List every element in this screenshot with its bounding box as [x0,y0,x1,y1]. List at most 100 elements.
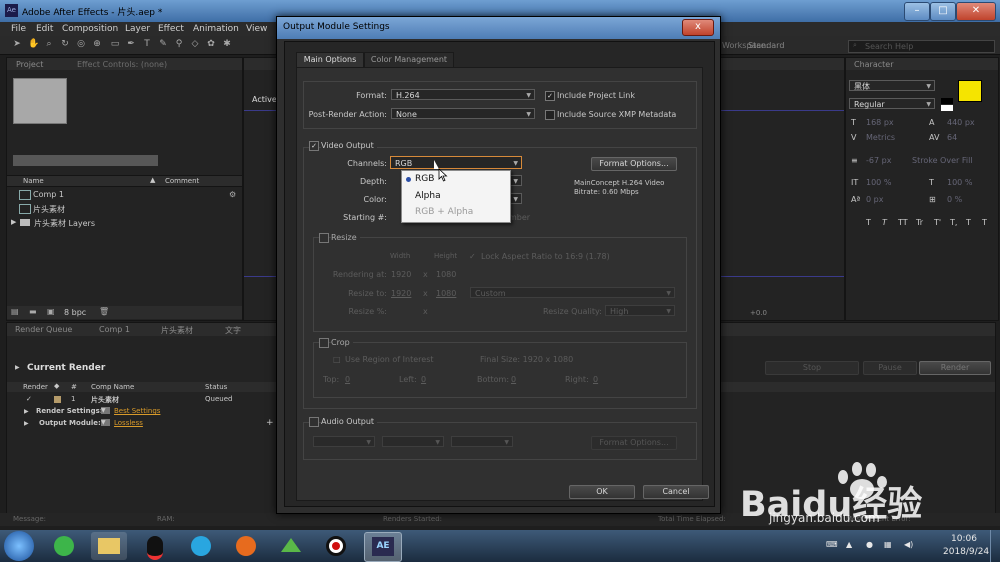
crop-checkbox[interactable] [319,338,329,348]
tab-pianto[interactable]: 片头素材 [161,325,193,336]
explorer-folder-icon[interactable] [91,532,127,560]
menu-edit[interactable]: Edit [36,24,53,34]
audio-channels-select[interactable]: ▼ [382,436,444,447]
channel-option-alpha[interactable]: Alpha [415,191,441,201]
style-button[interactable]: T [982,218,987,227]
stop-button[interactable]: Stop [765,361,859,375]
show-hidden-icons-icon[interactable]: ▲ [846,540,852,549]
channels-select[interactable]: RGB ▼ [390,156,522,169]
selection-tool-icon[interactable]: ➤ [12,39,22,49]
output-module-link[interactable]: Lossless [114,419,143,427]
resize-to-height[interactable]: 1080 [436,289,456,298]
faux-bold-button[interactable]: T [866,218,871,227]
kerning-value[interactable]: Metrics [866,133,895,142]
tab-wenzi[interactable]: 文字 [225,325,241,336]
white-swatch[interactable] [941,105,953,111]
pan-behind-tool-icon[interactable]: ⊕ [92,39,102,49]
tab-effect-controls[interactable]: Effect Controls: (none) [77,60,167,69]
hand-tool-icon[interactable]: ✋ [28,39,39,49]
col-comp-name[interactable]: Comp Name [91,383,134,391]
after-effects-taskbar-button[interactable]: AE [364,532,402,562]
new-folder-icon[interactable]: ▬ [29,307,37,316]
exposure-value[interactable]: +0.0 [750,309,767,317]
tracking-value[interactable]: 64 [947,133,957,142]
minimize-button[interactable]: – [904,2,930,21]
keyboard-tray-icon[interactable]: ⌨ [826,540,838,549]
camera-tool-icon[interactable]: ◎ [76,39,86,49]
font-style-select[interactable]: Regular ▼ [849,98,935,109]
small-caps-button[interactable]: Tr [916,218,923,227]
clone-tool-icon[interactable]: ⚲ [174,39,184,49]
font-size-value[interactable]: 168 px [866,118,894,127]
faux-italic-button[interactable]: T [882,218,887,227]
tab-main-options[interactable]: Main Options [296,52,364,68]
channel-option-rgb-alpha[interactable]: RGB + Alpha [415,207,473,217]
project-search-input[interactable] [13,155,158,166]
puppet-tool-icon[interactable]: ✱ [222,39,232,49]
pen-tool-icon[interactable]: ✒ [126,39,136,49]
vertical-scale-value[interactable]: 100 % [866,178,891,187]
bpc-toggle[interactable]: 8 bpc [64,308,86,317]
render-button[interactable]: Render [919,361,991,375]
audio-output-checkbox[interactable] [309,417,319,427]
zoom-tool-icon[interactable]: ⌕ [44,39,54,49]
tab-render-queue[interactable]: Render Queue [15,325,72,334]
clock-time[interactable]: 10:06 [951,534,977,544]
media-player-icon[interactable] [183,532,219,560]
brush-tool-icon[interactable]: ✎ [158,39,168,49]
lock-aspect-checkbox[interactable]: ✓ [469,252,476,261]
resize-preset-select[interactable]: Custom ▼ [470,287,675,298]
rotate-tool-icon[interactable]: ↻ [60,39,70,49]
tab-color-management[interactable]: Color Management [364,52,454,68]
tsume-value[interactable]: 0 % [947,195,962,204]
search-help-input[interactable]: ⌕ Search Help [848,40,995,53]
crop-top-value[interactable]: 0 [345,375,350,384]
resize-quality-select[interactable]: High ▼ [605,305,675,316]
cancel-button[interactable]: Cancel [643,485,709,499]
expand-triangle-icon[interactable]: ▶ [24,408,29,415]
tab-character[interactable]: Character [854,60,894,69]
font-family-select[interactable]: 黑体 ▼ [849,80,935,91]
dialog-close-button[interactable]: x [682,19,714,36]
col-name[interactable]: Name [23,177,44,185]
expand-triangle-icon[interactable]: ▶ [15,364,20,371]
queue-row[interactable]: ✓ 1 片头素材 Queued [7,395,307,405]
crop-left-value[interactable]: 0 [421,375,426,384]
qq-tray-icon[interactable]: ● [866,540,873,549]
menu-animation[interactable]: Animation [193,24,239,34]
project-item[interactable]: 片头素材 [19,204,229,214]
project-item[interactable]: ▶ 片头素材 Layers [11,218,231,228]
close-window-button[interactable]: ✕ [956,2,996,21]
tab-comp-1[interactable]: Comp 1 [99,325,130,334]
menu-effect[interactable]: Effect [158,24,184,34]
col-render[interactable]: Render [23,383,48,391]
subscript-button[interactable]: T, [950,218,957,227]
crop-right-value[interactable]: 0 [593,375,598,384]
channel-option-rgb[interactable]: RGB [415,174,434,184]
menu-file[interactable]: File [11,24,26,34]
interpret-footage-icon[interactable]: ▤ [11,307,19,316]
flowchart-icon[interactable]: ⚙ [229,190,236,199]
col-status[interactable]: Status [205,383,227,391]
fill-color-swatch[interactable] [958,80,982,102]
menu-composition[interactable]: Composition [62,24,118,34]
type-tool-icon[interactable]: T [142,39,152,49]
format-select[interactable]: H.264 ▼ [391,89,535,100]
360-browser-icon[interactable] [46,532,82,560]
render-settings-link[interactable]: Best Settings [114,407,160,415]
delete-icon[interactable]: 🗑 [99,307,109,316]
stroke-width-value[interactable]: -67 px [866,156,891,165]
maximize-button[interactable]: □ [930,2,956,21]
post-render-select[interactable]: None ▼ [391,108,535,119]
audio-rate-select[interactable]: ▼ [313,436,375,447]
col-comment[interactable]: Comment [165,177,199,185]
volume-tray-icon[interactable]: ◀) [904,540,913,549]
clock-date[interactable]: 2018/9/24 [943,547,989,557]
output-module-dropdown-icon[interactable]: ▼ [101,419,110,426]
use-roi-checkbox[interactable]: □ [333,355,341,364]
resize-checkbox[interactable] [319,233,329,243]
format-options-button[interactable]: Format Options... [591,157,677,171]
horizontal-scale-value[interactable]: 100 % [947,178,972,187]
col-index[interactable]: # [71,383,77,391]
menu-layer[interactable]: Layer [125,24,150,34]
